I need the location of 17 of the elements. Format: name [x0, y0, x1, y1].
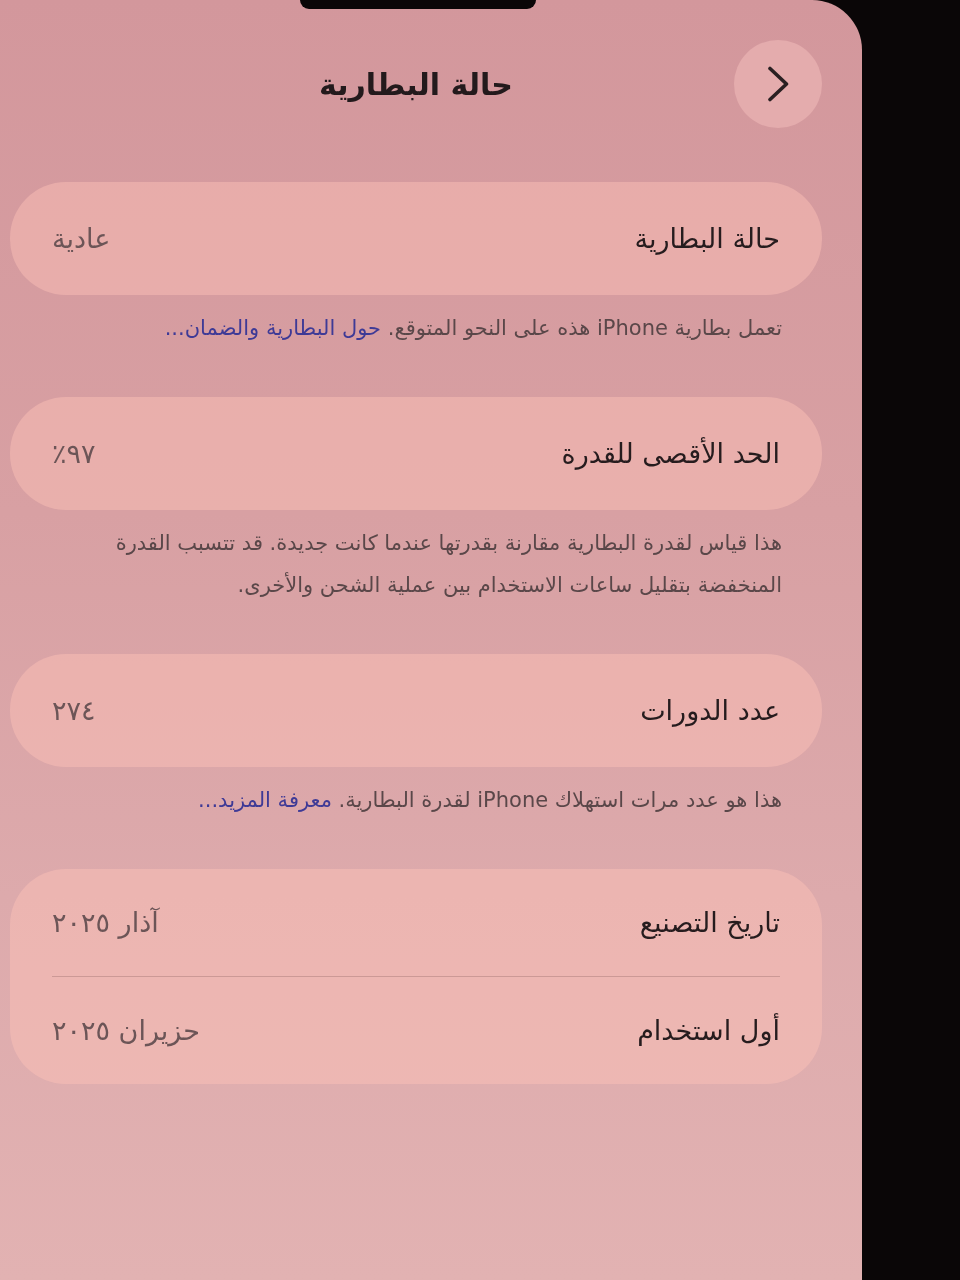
- footnote-link[interactable]: حول البطارية والضمان...: [164, 316, 382, 340]
- row-label: عدد الدورات: [640, 695, 780, 726]
- row-value: ٢٧٤: [52, 695, 96, 726]
- row-value: ٩٧٪: [52, 438, 96, 469]
- footnote-link[interactable]: معرفة المزيد...: [198, 788, 332, 812]
- footnote-text: هذا هو عدد مرات استهلاك iPhone لقدرة البطارية. معرفة المزيد...: [197, 787, 782, 814]
- row-label: تاريخ التصنيع: [639, 907, 780, 938]
- page-title: حالة البطارية: [319, 66, 513, 102]
- row-value: آذار ٢٠٢٥: [52, 907, 159, 938]
- row-label: أول استخدام: [637, 1015, 780, 1046]
- chevron-icon: [767, 66, 789, 102]
- row-value: حزيران ٢٠٢٥: [52, 1015, 200, 1046]
- row-label: حالة البطارية: [634, 223, 780, 254]
- row-label: الحد الأقصى للقدرة: [561, 438, 780, 469]
- row-value: عادية: [52, 223, 111, 254]
- footnote-text: هذا قياس لقدرة البطارية مقارنة بقدرتها عندما كانت جديدة. قد تتسبب القدرة المنخفضة بتقليل ساعات الاستخدام بين عملية الشحن والأخرى.: [114, 530, 782, 599]
- footnote-text: تعمل بطارية iPhone هذه على النحو المتوقع. حول البطارية والضمان...: [163, 315, 782, 342]
